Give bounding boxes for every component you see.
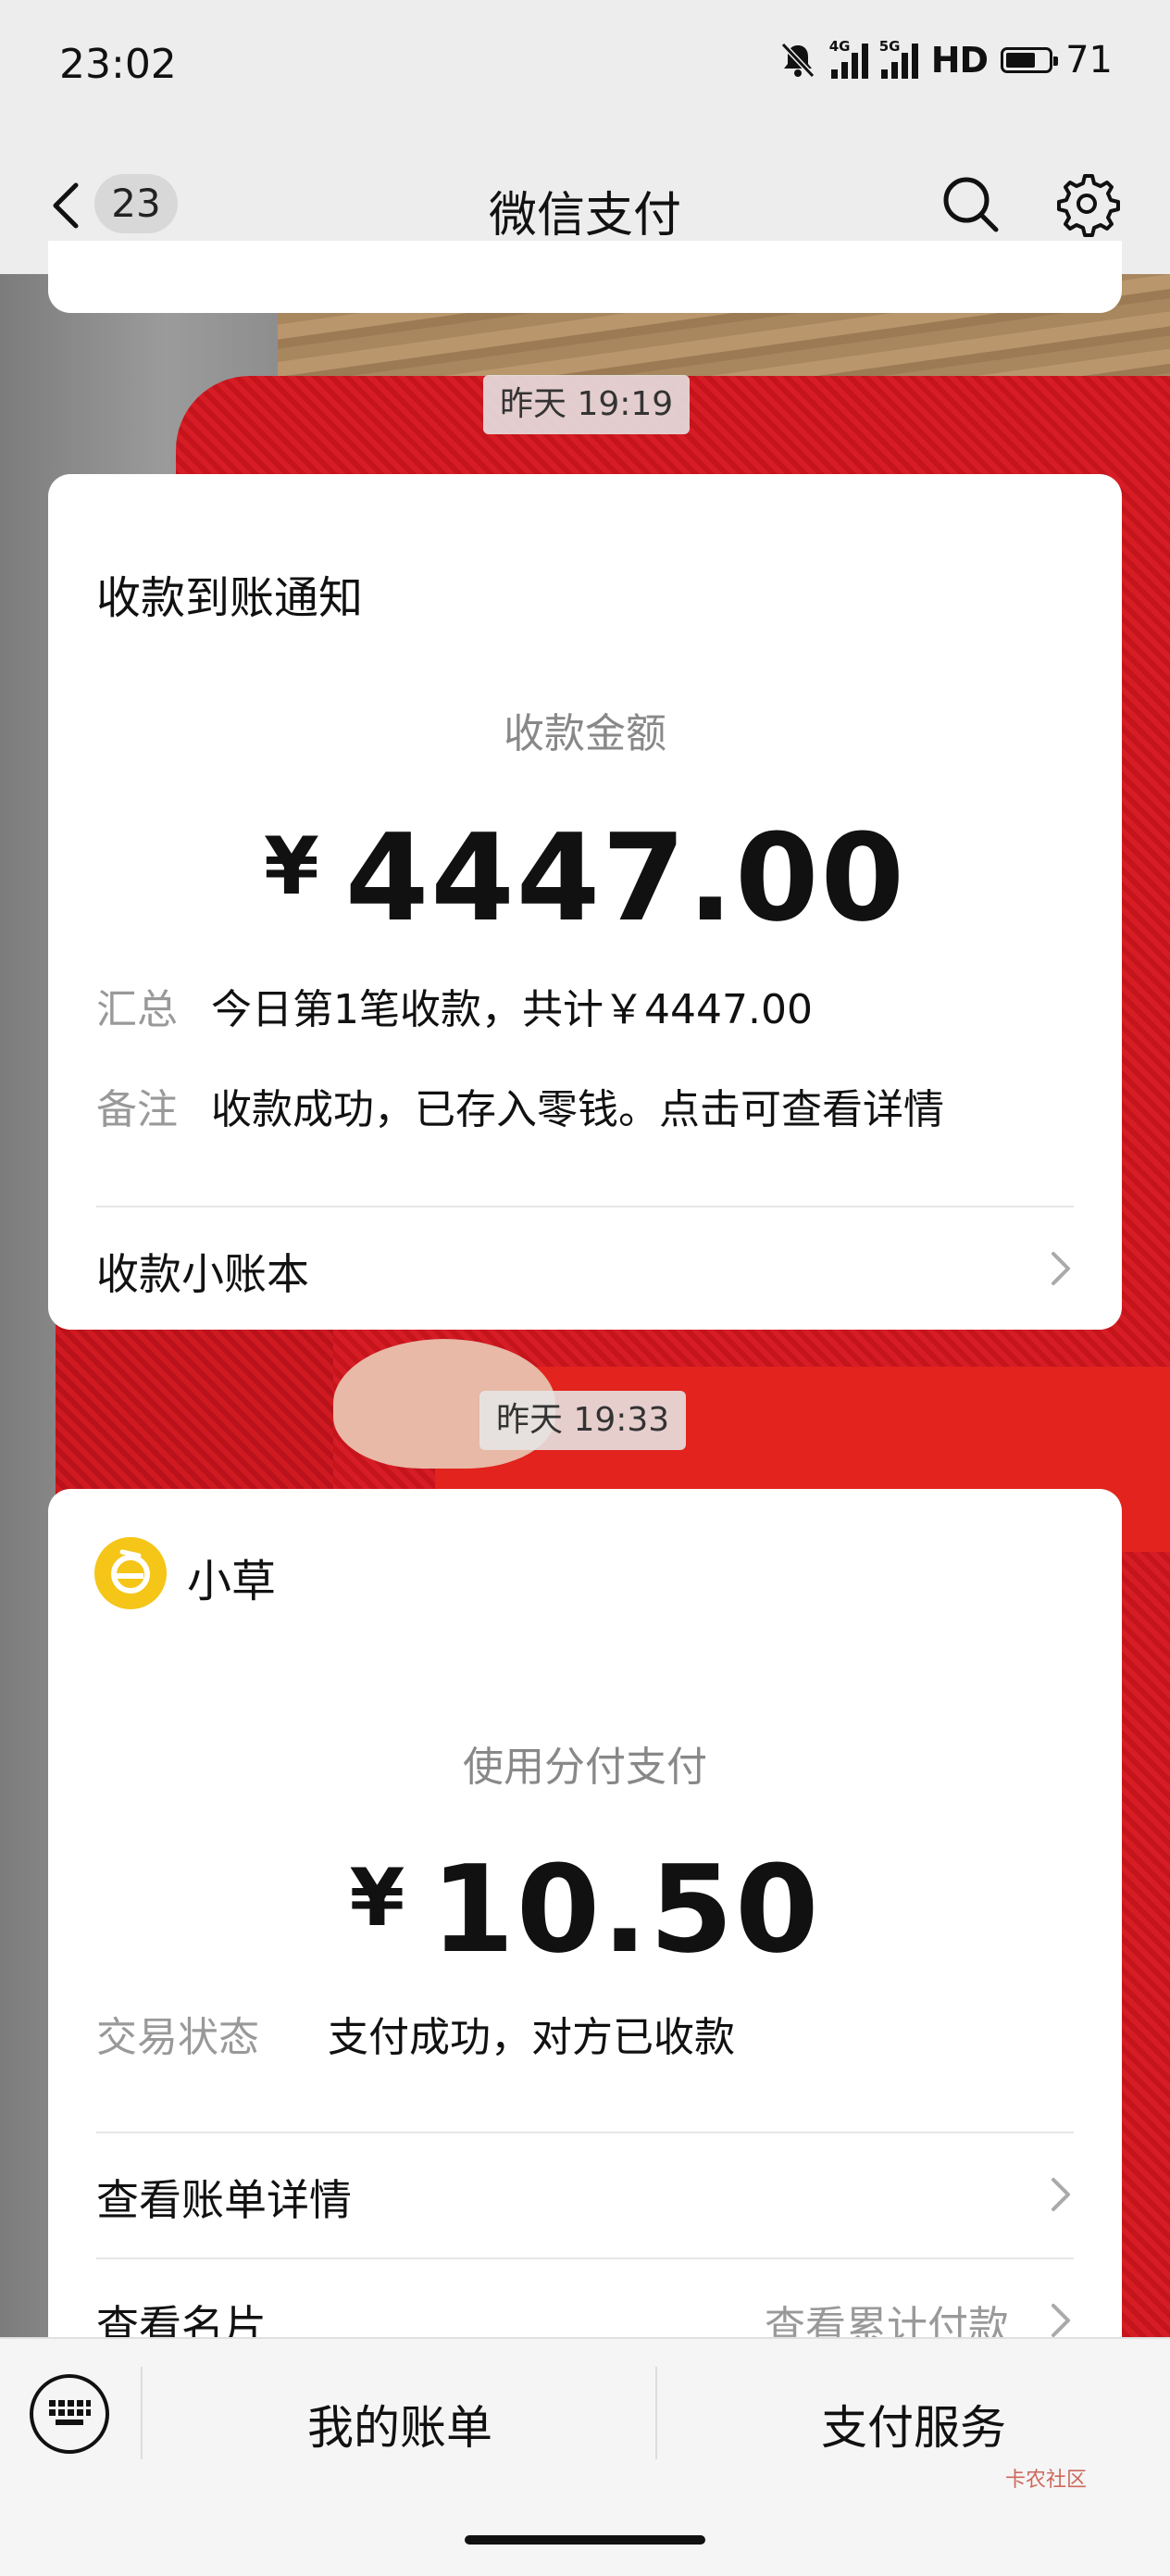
status-bar: 23:02 4G 5G HD 71 — [0, 0, 1170, 139]
chevron-right-icon-2 — [1052, 2178, 1070, 2211]
status-label: 交易状态 — [96, 2014, 259, 2061]
network-type-label: 4G — [828, 38, 851, 55]
mute-bell-icon — [780, 42, 815, 79]
summary-value: 今日第1笔收款，共计￥4447.00 — [211, 986, 813, 1033]
remark-value: 收款成功，已存入零钱。点击可查看详情 — [211, 1086, 944, 1133]
card-divider-3 — [96, 2257, 1074, 2259]
merchant-logo-icon — [111, 1549, 150, 1594]
hd-label: HD — [930, 40, 989, 81]
summary-label: 汇总 — [96, 986, 178, 1033]
network-type-label-2: 5G — [878, 38, 901, 55]
previous-message-card[interactable] — [48, 241, 1122, 313]
home-indicator[interactable] — [465, 2535, 705, 2545]
signal-4g-icon: 4G — [829, 38, 868, 79]
amount-label: 收款金额 — [504, 710, 666, 757]
battery-percent: 71 — [1065, 39, 1113, 81]
status-value: 支付成功，对方已收款 — [328, 2014, 735, 2061]
ledger-link-text: 收款小账本 — [96, 1249, 309, 1299]
settings-gear-icon[interactable] — [1053, 170, 1120, 237]
merchant-logo — [94, 1537, 167, 1609]
battery-icon — [1001, 47, 1059, 73]
keyboard-icon — [49, 2400, 91, 2425]
card-divider — [96, 1206, 1074, 1207]
pay-service-button[interactable]: 支付服务 — [657, 2391, 1170, 2457]
payment-received-card[interactable]: 收款到账通知 收款金额 ¥4447.00 汇总 今日第1笔收款，共计￥4447.… — [48, 474, 1122, 1330]
card-divider-2 — [96, 2132, 1074, 2133]
keyboard-toggle-button[interactable] — [30, 2374, 109, 2454]
search-icon[interactable] — [939, 172, 1003, 237]
amount-value: ¥4447.00 — [48, 807, 1122, 948]
payment-sent-card[interactable]: 小草 使用分付支付 ¥10.50 交易状态 支付成功，对方已收款 查看账单详情 … — [48, 1489, 1122, 2378]
merchant-name: 小草 — [187, 1556, 277, 1607]
my-bill-button[interactable]: 我的账单 — [143, 2391, 657, 2457]
currency-symbol-2: ¥ — [349, 1852, 407, 1945]
message-timestamp-2: 昨天 19:33 — [479, 1391, 687, 1450]
amount-number: 4447.00 — [344, 807, 906, 948]
signal-5g-icon: 5G — [879, 38, 918, 79]
payment-method-label: 使用分付支付 — [463, 1744, 707, 1791]
remark-label: 备注 — [96, 1086, 178, 1133]
watermark: 卡农社区 — [1005, 2469, 1088, 2492]
payment-amount: ¥10.50 — [48, 1839, 1122, 1980]
payment-amount-number: 10.50 — [430, 1839, 821, 1980]
bill-detail-link-text: 查看账单详情 — [96, 2175, 352, 2225]
currency-symbol: ¥ — [264, 820, 321, 913]
bill-detail-link-row[interactable]: 查看账单详情 — [96, 2141, 1074, 2243]
card-title: 收款到账通知 — [96, 572, 364, 624]
status-time: 23:02 — [59, 41, 177, 88]
chevron-right-icon-3 — [1052, 2304, 1070, 2337]
message-timestamp: 昨天 19:19 — [483, 375, 691, 434]
ledger-link-row[interactable]: 收款小账本 — [96, 1215, 1074, 1317]
chevron-right-icon — [1052, 1252, 1070, 1285]
